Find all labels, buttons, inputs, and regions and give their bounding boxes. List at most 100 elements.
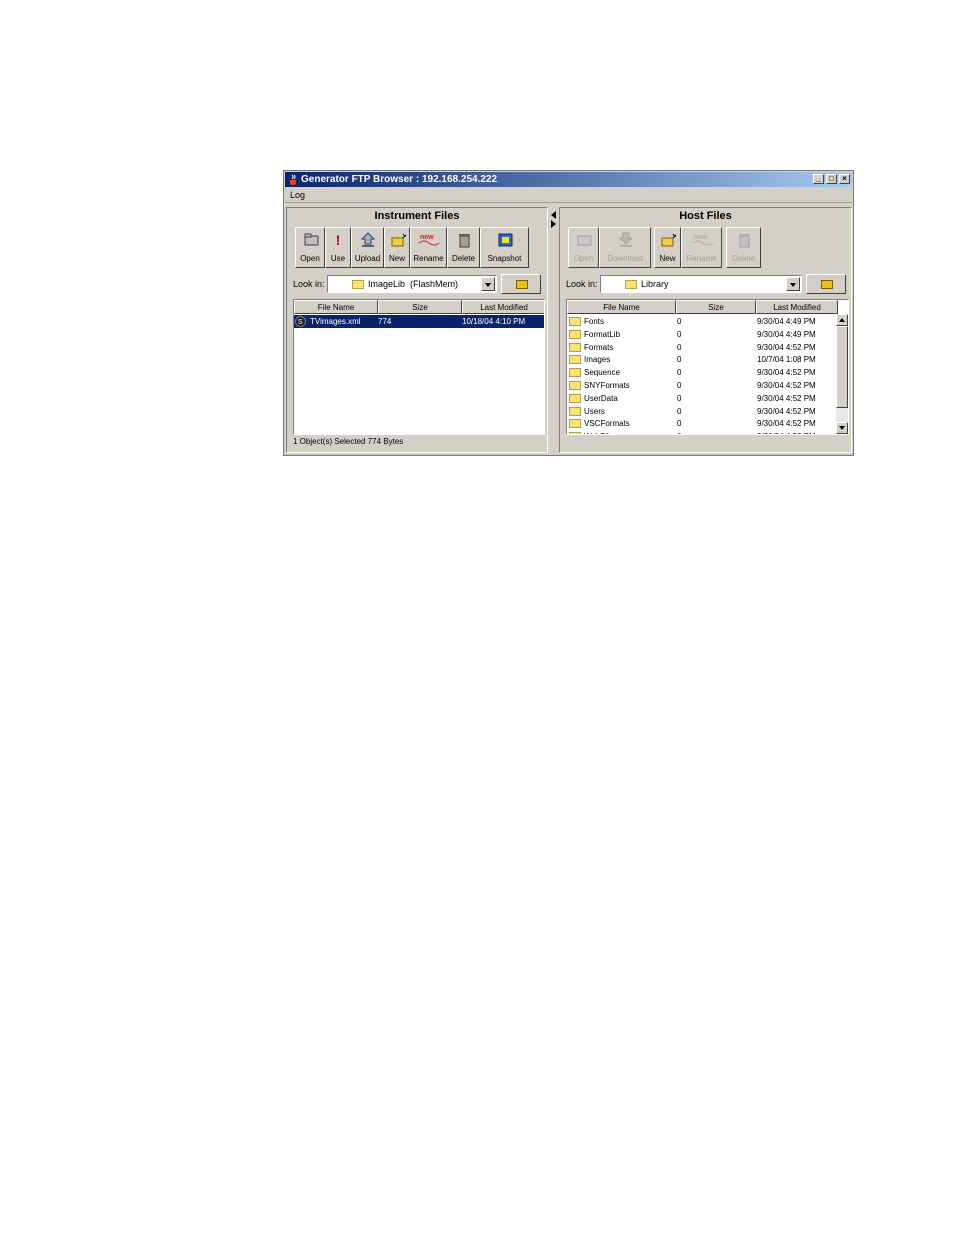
col-size[interactable]: Size	[378, 300, 462, 314]
table-row[interactable]: WebFiles 0 9/30/04 4:52 PM	[567, 430, 838, 434]
file-modified: 10/7/04 1:08 PM	[757, 355, 816, 365]
file-modified: 10/18/04 4:10 PM	[462, 317, 526, 326]
snapshot-button[interactable]: Snapshot	[480, 227, 529, 268]
use-label: Use	[330, 254, 346, 263]
table-row[interactable]: SNYFormats 0 9/30/04 4:52 PM	[567, 379, 838, 392]
collapse-right-icon[interactable]	[551, 220, 556, 228]
host-look-in-value: Library	[641, 279, 669, 289]
open-icon	[304, 233, 319, 246]
maximize-button[interactable]: □	[826, 174, 837, 184]
svg-text:S: S	[298, 319, 303, 326]
col-last-modified[interactable]: Last Modified	[756, 300, 838, 314]
host-up-folder-button[interactable]	[806, 274, 846, 294]
file-modified: 9/30/04 4:52 PM	[757, 406, 816, 416]
folder-icon	[569, 355, 581, 365]
table-row[interactable]: Images 0 10/7/04 1:08 PM	[567, 353, 838, 366]
snapshot-icon	[498, 233, 513, 247]
instrument-files-panel: Instrument Files Open ! Use Upload New n…	[286, 207, 548, 453]
file-name: UserData	[584, 393, 618, 403]
upload-button[interactable]: Upload	[351, 227, 384, 268]
folder-icon	[625, 280, 637, 289]
col-file-name[interactable]: File Name	[294, 300, 378, 314]
collapse-left-icon[interactable]	[551, 211, 556, 219]
host-rename-button[interactable]: new Rename	[681, 227, 722, 268]
dropdown-arrow-icon[interactable]	[786, 277, 800, 291]
file-size: 0	[677, 419, 682, 429]
host-new-button[interactable]: New	[654, 227, 681, 268]
minimize-button[interactable]: _	[813, 174, 824, 184]
table-row[interactable]: Fonts 0 9/30/04 4:49 PM	[567, 315, 838, 328]
table-row[interactable]: S TVimages.xml 774 10/18/04 4:10 PM	[294, 315, 544, 328]
table-row[interactable]: FormatLib 0 9/30/04 4:49 PM	[567, 328, 838, 341]
file-modified: 9/30/04 4:49 PM	[757, 317, 816, 326]
host-rename-label: Rename	[686, 254, 717, 263]
open-button[interactable]: Open	[295, 227, 325, 268]
rename-icon: new	[418, 234, 440, 246]
new-folder-icon	[391, 233, 407, 247]
file-size: 0	[677, 355, 682, 365]
folder-icon	[569, 381, 581, 390]
table-row[interactable]: Formats 0 9/30/04 4:52 PM	[567, 341, 838, 354]
file-modified: 9/30/04 4:52 PM	[757, 342, 816, 352]
dropdown-arrow-icon[interactable]	[481, 277, 495, 291]
file-size: 0	[677, 342, 682, 352]
instrument-up-folder-button[interactable]	[501, 274, 541, 294]
up-folder-icon	[516, 280, 528, 289]
table-row[interactable]: VSCFormats 0 9/30/04 4:52 PM	[567, 417, 838, 430]
rename-label: Rename	[413, 254, 444, 263]
file-name: Fonts	[584, 317, 605, 326]
new-label: New	[388, 254, 405, 263]
close-button[interactable]: ×	[839, 174, 850, 184]
file-name: Users	[584, 406, 605, 416]
file-name: FormatLib	[584, 329, 621, 339]
table-row[interactable]: Users 0 9/30/04 4:52 PM	[567, 405, 838, 418]
file-name: VSCFormats	[584, 419, 630, 429]
delete-button[interactable]: Delete	[447, 227, 480, 268]
instrument-look-in-select[interactable]: ImageLib (FlashMem)	[327, 275, 497, 293]
snapshot-label: Snapshot	[487, 254, 522, 263]
host-open-button[interactable]: Open	[568, 227, 599, 268]
trash-icon	[459, 234, 470, 248]
xml-file-icon: S	[295, 316, 306, 327]
menu-log[interactable]: Log	[285, 190, 305, 200]
file-name: Images	[584, 355, 611, 365]
scroll-thumb[interactable]	[836, 326, 848, 408]
file-size: 0	[677, 317, 682, 326]
rename-button[interactable]: new Rename	[410, 227, 447, 268]
file-name: TVimages.xml	[310, 317, 361, 326]
java-cup-icon	[290, 174, 296, 185]
window-title: Generator FTP Browser : 192.168.254.222	[301, 174, 498, 185]
col-last-modified[interactable]: Last Modified	[462, 300, 544, 314]
host-files-panel: Host Files Open Download New new Rename …	[559, 207, 852, 453]
table-row[interactable]: UserData 0 9/30/04 4:52 PM	[567, 392, 838, 405]
folder-icon	[569, 342, 581, 352]
panel-divider[interactable]	[549, 207, 558, 453]
col-size[interactable]: Size	[676, 300, 756, 314]
file-name: Formats	[584, 342, 614, 352]
table-row[interactable]: Sequence 0 9/30/04 4:52 PM	[567, 366, 838, 379]
host-toolbar: Open Download New new Rename Delete	[568, 227, 843, 269]
host-delete-button[interactable]: Delete	[726, 227, 761, 268]
svg-text:new: new	[694, 234, 708, 241]
file-modified: 9/30/04 4:52 PM	[757, 368, 816, 378]
menu-bar: Log	[285, 188, 852, 203]
up-folder-icon	[821, 280, 833, 289]
file-name: SNYFormats	[584, 381, 630, 390]
upload-label: Upload	[354, 254, 381, 263]
open-icon	[577, 235, 592, 246]
col-file-name[interactable]: File Name	[567, 300, 676, 314]
folder-icon	[569, 419, 581, 429]
host-file-table: File Name Size Last Modified Fonts 0 9/30/…	[566, 299, 849, 435]
file-size: 0	[677, 393, 682, 403]
host-look-in-select[interactable]: Library	[600, 275, 802, 293]
new-button[interactable]: New	[384, 227, 410, 268]
use-button[interactable]: ! Use	[325, 227, 351, 268]
look-in-label: Look in:	[566, 279, 598, 289]
folder-icon	[569, 329, 581, 339]
folder-icon	[569, 432, 581, 434]
scroll-down-icon[interactable]	[836, 422, 848, 434]
host-vertical-scrollbar[interactable]	[836, 314, 848, 434]
download-button[interactable]: Download	[599, 227, 651, 268]
file-name: WebFiles	[584, 430, 617, 434]
scroll-up-icon[interactable]	[836, 314, 848, 326]
